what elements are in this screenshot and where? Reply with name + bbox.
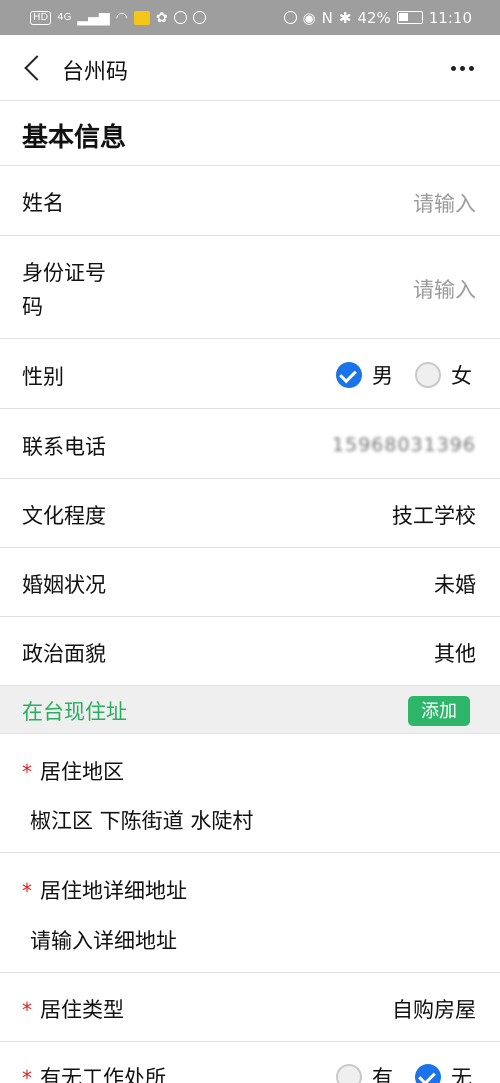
name-label: 姓名 (22, 191, 64, 215)
section-basic-info: 基本信息 (0, 101, 500, 166)
residence-type-label-text: 居住类型 (40, 998, 124, 1022)
required-asterisk: * (22, 760, 32, 784)
field-detail-address[interactable]: * 居住地详细地址 请输入详细地址 (0, 853, 500, 973)
field-residence-type[interactable]: * 居住类型 自购房屋 (0, 973, 500, 1042)
phone-label: 联系电话 (22, 435, 106, 459)
vibrate-icon (283, 11, 297, 24)
dot (460, 66, 465, 71)
marital-value[interactable]: 未婚 (434, 569, 476, 599)
education-label: 文化程度 (22, 504, 106, 528)
required-asterisk: * (22, 1066, 32, 1083)
detail-address-label-text: 居住地详细地址 (40, 879, 187, 903)
field-political[interactable]: 政治面貌 其他 (0, 617, 500, 686)
region-label: * 居住地区 (22, 756, 124, 786)
status-bar: HD 4G ▂▄▆ ◠ ✿ ◉ N ✱ 42% 11:10 (0, 0, 500, 35)
gender-female-label[interactable]: 女 (451, 360, 472, 390)
field-id-number[interactable]: 身份证号 码 请输入 (0, 236, 500, 339)
nav-bar: 台州码 (0, 35, 500, 101)
id-number-label-line2: 码 (22, 295, 43, 319)
wifi-icon: ◠ (115, 9, 128, 26)
add-address-button[interactable]: 添加 (408, 696, 470, 726)
field-name[interactable]: 姓名 请输入 (0, 166, 500, 236)
meituan-app-icon (133, 10, 150, 25)
workplace-label: * 有无工作处所 (22, 1062, 166, 1083)
workplace-yes-label[interactable]: 有 (372, 1062, 393, 1083)
gender-male-label[interactable]: 男 (372, 360, 393, 390)
id-number-input[interactable]: 请输入 (413, 274, 476, 304)
dot (451, 66, 456, 71)
workplace-radio-group: 有 无 (336, 1062, 472, 1083)
address-section-title: 在台现住址 (22, 700, 127, 724)
education-value[interactable]: 技工学校 (392, 500, 476, 530)
gender-label: 性别 (22, 365, 64, 389)
field-gender: 性别 男 女 (0, 339, 500, 409)
workplace-label-text: 有无工作处所 (40, 1066, 166, 1083)
region-label-text: 居住地区 (40, 760, 124, 784)
field-phone[interactable]: 联系电话 15968031396 (0, 409, 500, 479)
field-region[interactable]: * 居住地区 椒江区 下陈街道 水陡村 (0, 734, 500, 853)
field-education[interactable]: 文化程度 技工学校 (0, 479, 500, 548)
detail-address-label: * 居住地详细地址 (22, 875, 187, 905)
phone-value[interactable]: 15968031396 (332, 434, 476, 456)
network-type: 4G (57, 12, 72, 23)
signal-icon: ▂▄▆ (77, 9, 110, 26)
name-input[interactable]: 请输入 (413, 188, 476, 218)
required-asterisk: * (22, 879, 32, 903)
chevron-left-icon[interactable] (22, 56, 44, 80)
field-workplace: * 有无工作处所 有 无 (0, 1042, 500, 1083)
battery-icon (396, 11, 423, 24)
gender-female-radio[interactable] (415, 362, 441, 388)
detail-address-input[interactable]: 请输入详细地址 (30, 925, 177, 955)
page-title: 台州码 (62, 60, 129, 85)
address-section-header: 在台现住址 添加 (0, 686, 500, 734)
more-horizontal-icon[interactable] (451, 66, 474, 71)
gender-male-radio[interactable] (336, 362, 362, 388)
hd-indicator: HD (30, 10, 52, 25)
marital-label: 婚姻状况 (22, 573, 106, 597)
region-value[interactable]: 椒江区 下陈街道 水陡村 (30, 805, 253, 835)
political-label: 政治面貌 (22, 642, 106, 666)
app-notification-icon: ✿ (155, 9, 168, 26)
field-marital[interactable]: 婚姻状况 未婚 (0, 548, 500, 617)
workplace-no-label[interactable]: 无 (451, 1062, 472, 1083)
status-right-icons: ◉ N ✱ 42% 11:10 (283, 0, 472, 35)
id-number-label-line1: 身份证号 (22, 261, 106, 285)
bluetooth-icon: ✱ (338, 8, 352, 27)
residence-type-label: * 居住类型 (22, 994, 124, 1024)
gender-radio-group: 男 女 (336, 360, 472, 390)
dot (469, 66, 474, 71)
battery-percent: 42% (357, 8, 391, 27)
status-left-icons: HD 4G ▂▄▆ ◠ ✿ (30, 0, 206, 35)
residence-type-value[interactable]: 自购房屋 (392, 994, 476, 1024)
required-asterisk: * (22, 998, 32, 1022)
clock: 11:10 (428, 8, 472, 27)
section-title: 基本信息 (22, 123, 127, 153)
nfc-icon: N (321, 8, 333, 27)
workplace-yes-radio[interactable] (336, 1064, 362, 1083)
workplace-no-radio[interactable] (415, 1064, 441, 1083)
eye-comfort-icon: ◉ (302, 8, 316, 27)
notification-icon (173, 11, 187, 24)
political-value[interactable]: 其他 (434, 638, 476, 668)
notification-icon-2 (192, 11, 206, 24)
